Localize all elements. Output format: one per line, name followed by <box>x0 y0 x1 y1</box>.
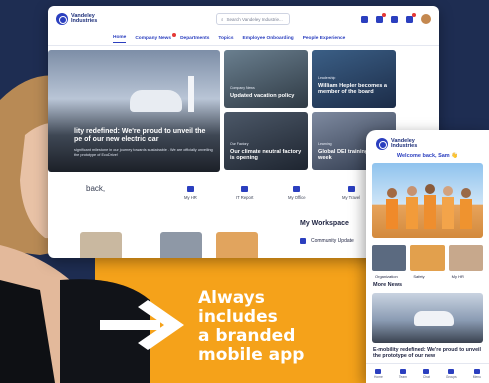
calendar-icon[interactable] <box>361 15 368 23</box>
card-safety[interactable]: Safety <box>410 245 445 279</box>
workspace-item[interactable]: Community Update <box>300 238 354 244</box>
more-news-heading: More News <box>373 282 403 288</box>
quick-link-my-hr[interactable]: My HR <box>184 186 197 200</box>
document-icon <box>300 238 306 244</box>
tagline-line-1: Always <box>198 288 265 308</box>
tile-title: Updated vacation policy <box>230 93 295 99</box>
hero-title: lity redefined: We're proud to unveil th… <box>74 128 206 143</box>
tile-category: Leadership <box>318 76 336 80</box>
thumbnail-people[interactable] <box>80 232 122 258</box>
nav-people-experience[interactable]: People Experience <box>303 36 346 41</box>
nav-employee-onboarding[interactable]: Employee Onboarding <box>243 36 294 41</box>
groups-icon <box>448 368 455 374</box>
mobile-app-frame: Vandeley Industries Welcome back, Sam 👋 … <box>366 130 489 383</box>
nav-company-news-label: Company News <box>135 36 172 41</box>
tab-label: Home <box>374 374 383 379</box>
quick-link-label: My HR <box>184 195 197 200</box>
news-tile-vacation[interactable]: Company News Updated vacation policy <box>224 50 308 108</box>
nav-company-news[interactable]: Company News <box>135 33 177 41</box>
mobile-news-image[interactable] <box>372 293 483 343</box>
greeting-text: back, <box>86 184 106 193</box>
team-photo-illustration <box>386 184 472 229</box>
nav-badge <box>172 33 177 37</box>
apps-grid-icon[interactable] <box>391 15 398 23</box>
sun-icon <box>347 186 355 192</box>
thumbnail-team[interactable] <box>216 232 258 258</box>
user-avatar[interactable] <box>421 14 431 24</box>
tab-team[interactable]: Team <box>398 368 407 379</box>
mobile-welcome: Welcome back, Sam 👋 <box>396 153 459 159</box>
tagline-line-2: includes <box>198 307 278 327</box>
home-icon <box>375 368 382 374</box>
charger-image <box>188 76 194 112</box>
desktop-header: Vandeley Industries ⌕ Search Vandeley In… <box>48 6 439 32</box>
mobile-news-title[interactable]: E-mobility redefined: We're proud to unv… <box>373 347 485 360</box>
people-icon <box>186 186 194 192</box>
notifications-icon[interactable] <box>376 12 386 23</box>
tab-label: Groups <box>445 374 457 379</box>
tab-menu[interactable]: Menu <box>472 368 481 379</box>
car-image <box>130 90 182 112</box>
mobile-category-cards: Organization Safety My HR <box>372 245 483 279</box>
tagline-line-3: a branded <box>198 326 296 346</box>
quick-link-label: My Office <box>288 195 306 200</box>
header-icons <box>361 12 431 24</box>
nav-topics[interactable]: Topics <box>218 36 233 41</box>
news-tile-factory[interactable]: Our Factory Our climate neutral factory … <box>224 112 308 170</box>
workspace-item-label: Community Update <box>311 238 354 244</box>
tile-category: Company News <box>230 86 255 90</box>
tab-chat[interactable]: Chat <box>422 368 430 379</box>
tab-label: Chat <box>422 374 430 379</box>
tab-groups[interactable]: Groups <box>445 368 457 379</box>
arrow-right-icon <box>100 300 184 350</box>
quick-link-my-travel[interactable]: My Travel <box>342 186 360 200</box>
nav-home[interactable]: Home <box>113 35 127 43</box>
chat-icon <box>423 368 430 374</box>
quick-link-it-report[interactable]: IT Report <box>236 186 253 200</box>
news-tile-board[interactable]: Leadership William Hepler becomes a memb… <box>312 50 396 108</box>
tile-category: Learning <box>318 142 332 146</box>
mobile-brand-logo[interactable]: Vandeley Industries <box>376 138 421 150</box>
tab-home[interactable]: Home <box>374 368 383 379</box>
tab-label: Menu <box>472 374 481 379</box>
tile-title: William Hepler becomes a member of the b… <box>318 83 387 96</box>
nav-departments[interactable]: Departments <box>180 36 209 41</box>
workspace-title: My Workspace <box>300 220 349 227</box>
hero-subtitle: significant milestone in our journey tow… <box>74 148 213 157</box>
brand-logo-icon <box>376 138 388 150</box>
thumbnail-solar[interactable] <box>160 232 202 258</box>
card-label: Organization <box>375 274 398 279</box>
team-icon <box>399 368 406 374</box>
card-my-hr[interactable]: My HR <box>448 245 483 279</box>
main-navigation: Home Company News Departments Topics Emp… <box>48 32 439 46</box>
quick-link-label: My Travel <box>342 195 361 200</box>
mobile-hero-image[interactable] <box>372 163 483 238</box>
brand-logo-icon <box>56 13 68 25</box>
search-icon: ⌕ <box>221 16 224 22</box>
tile-title: Our climate neutral factory is opening <box>230 149 302 162</box>
card-label: My HR <box>451 274 464 279</box>
notification-dot <box>382 12 386 17</box>
search-placeholder: Search Vandeley Industrie... <box>226 16 283 22</box>
brand-name: Vandeley Industries <box>391 137 418 149</box>
search-input[interactable]: ⌕ Search Vandeley Industrie... <box>216 13 290 25</box>
desktop-brand-logo[interactable]: Vandeley Industries <box>56 13 101 25</box>
tile-category: Our Factory <box>230 142 249 146</box>
bell-dot <box>412 12 416 17</box>
monitor-icon <box>241 186 249 192</box>
quick-link-my-office[interactable]: My Office <box>288 186 306 200</box>
building-icon <box>293 186 301 192</box>
bell-icon[interactable] <box>406 12 416 23</box>
tab-label: Team <box>398 374 407 379</box>
card-organization[interactable]: Organization <box>372 245 407 279</box>
tagline: Always includes a branded mobile app <box>198 289 358 365</box>
menu-icon <box>473 368 480 374</box>
brand-name: Vandeley Industries <box>71 12 98 24</box>
tagline-line-4: mobile app <box>198 345 305 365</box>
car-image <box>414 311 454 326</box>
mobile-tab-bar: Home Team Chat Groups Menu <box>366 363 489 383</box>
card-label: Safety <box>413 274 425 279</box>
hero-news-card[interactable]: lity redefined: We're proud to unveil th… <box>48 50 220 172</box>
quick-link-label: IT Report <box>236 195 254 200</box>
